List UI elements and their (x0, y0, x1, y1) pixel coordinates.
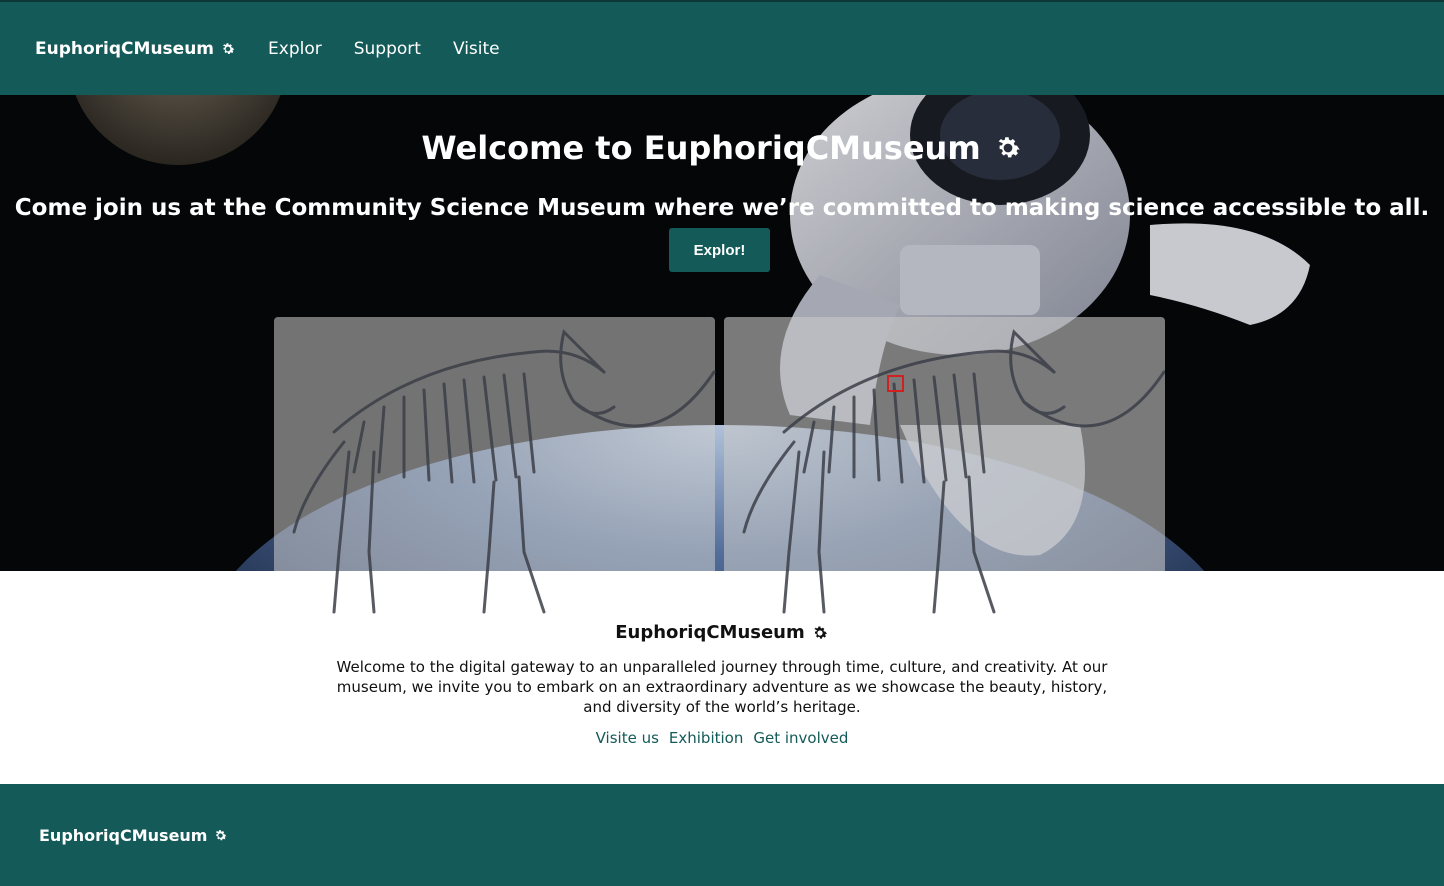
explore-button[interactable]: Explor! (669, 228, 770, 272)
gear-icon (814, 626, 827, 639)
nav-link-explor[interactable]: Explor (268, 39, 322, 59)
brand-link[interactable]: EuphoriqCMuseum (35, 39, 236, 59)
link-get-involved[interactable]: Get involved (753, 729, 848, 747)
nav-link-support[interactable]: Support (354, 39, 421, 59)
exhibit-card-2[interactable] (724, 317, 1165, 571)
gear-icon (998, 137, 1020, 158)
hero-title-text: Welcome to EuphoriqCMuseum (421, 129, 981, 167)
content-title: EuphoriqCMuseum (0, 622, 1444, 643)
gear-icon (216, 829, 227, 840)
nav-link-visite[interactable]: Visite (453, 39, 500, 59)
link-exhibition[interactable]: Exhibition (669, 729, 743, 747)
brand-name: EuphoriqCMuseum (35, 38, 215, 59)
footer-brand-name: EuphoriqCMuseum (39, 825, 208, 845)
content-links: Visite us Exhibition Get involved (0, 729, 1444, 747)
hero-subtitle: Come join us at the Community Science Mu… (14, 195, 1430, 221)
hero-title: Welcome to EuphoriqCMuseum (0, 129, 1444, 167)
top-navbar: EuphoriqCMuseum Explor Support Visite (0, 0, 1444, 95)
hero-section: Welcome to EuphoriqCMuseum Come join us … (0, 95, 1444, 571)
gear-icon (223, 42, 235, 54)
footer: EuphoriqCMuseum (0, 784, 1444, 886)
content-description: Welcome to the digital gateway to an unp… (336, 658, 1108, 716)
link-visite-us[interactable]: Visite us (596, 729, 659, 747)
exhibit-card-1[interactable] (274, 317, 715, 571)
focus-indicator (887, 375, 904, 392)
footer-brand[interactable]: EuphoriqCMuseum (39, 826, 228, 845)
content-title-text: EuphoriqCMuseum (615, 622, 805, 643)
